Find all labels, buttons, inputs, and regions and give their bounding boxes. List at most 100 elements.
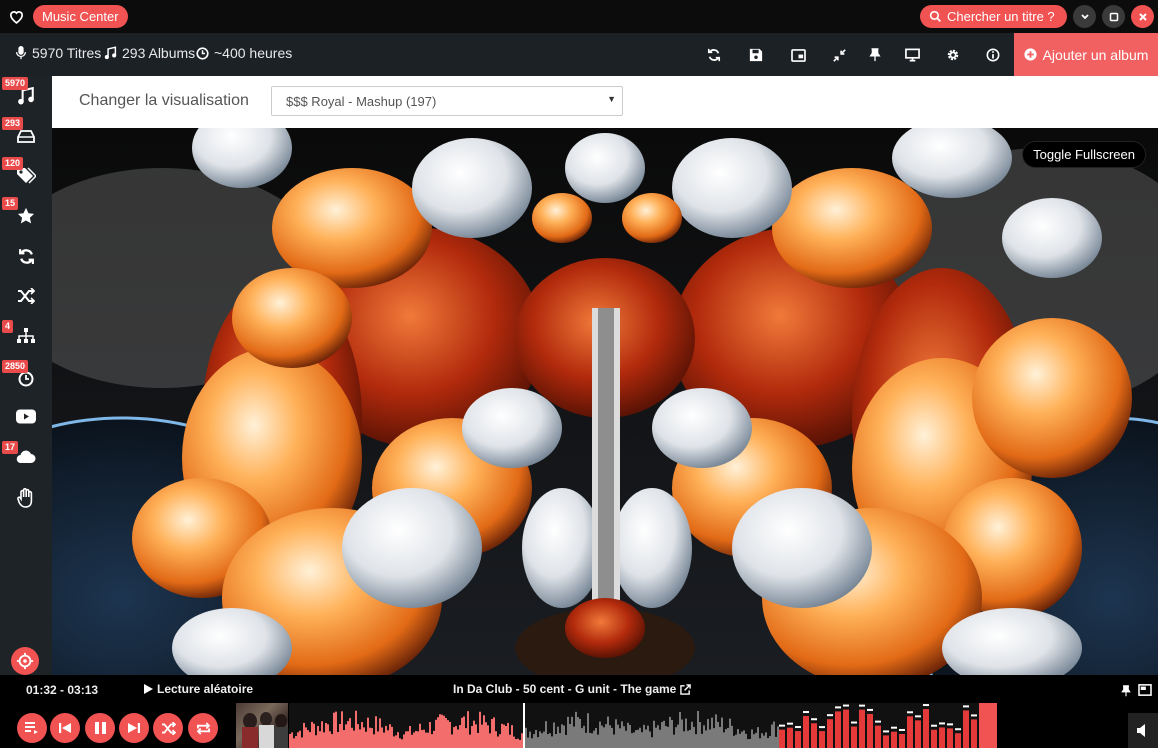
display-button[interactable] <box>900 43 924 67</box>
album-cover-art <box>242 712 288 748</box>
spectrum-peak <box>939 722 945 725</box>
shuffle-button[interactable] <box>153 713 183 743</box>
volume-button[interactable] <box>1128 713 1158 748</box>
spectrum-bar <box>875 725 881 748</box>
waveform-sample <box>505 725 507 748</box>
spectrum-peak <box>859 704 865 707</box>
compress-button[interactable] <box>827 43 851 67</box>
visualization-select[interactable]: $$$ Royal - Mashup (197) ▼ <box>271 86 623 116</box>
waveform-sample <box>341 711 343 748</box>
sidebar-item-youtube[interactable] <box>0 396 52 436</box>
close-button[interactable] <box>1131 5 1154 28</box>
save-button[interactable] <box>744 43 768 67</box>
repeat-button[interactable] <box>188 713 218 743</box>
waveform-sample <box>575 711 577 748</box>
spectrum-bar <box>843 709 849 748</box>
now-playing[interactable]: In Da Club - 50 cent - G unit - The game <box>453 682 692 696</box>
waveform-sample <box>557 726 559 748</box>
heart-icon[interactable] <box>8 8 25 25</box>
spectrum-peak <box>803 711 809 714</box>
sidebar-item-history[interactable]: 2850 <box>0 356 52 396</box>
sidebar-item-hand[interactable] <box>0 478 52 518</box>
pin-button[interactable] <box>863 43 887 67</box>
next-button[interactable] <box>119 713 149 743</box>
waveform-sample <box>757 727 759 748</box>
waveform-sample <box>331 734 333 748</box>
player-bar: 01:32 - 03:13 Lecture aléatoire In Da Cl… <box>0 675 1158 748</box>
mini-window-icon[interactable] <box>1138 684 1152 696</box>
waveform-sample <box>529 731 531 748</box>
visualizer-artwork <box>52 128 1158 675</box>
waveform-sample <box>613 734 615 748</box>
waveform-sample <box>609 725 611 748</box>
waveform-sample <box>577 717 579 748</box>
music-note-icon <box>104 46 117 60</box>
sidebar-item-refresh[interactable] <box>0 236 52 276</box>
hard-drive-icon <box>17 130 35 143</box>
waveform-sample <box>763 735 765 748</box>
waveform-sample <box>307 730 309 748</box>
waveform-sample <box>461 717 463 748</box>
sync-button[interactable] <box>702 43 726 67</box>
waveform-sample <box>301 737 303 748</box>
waveform-sample <box>717 721 719 748</box>
waveform-sample <box>351 727 353 748</box>
sidebar-item-favorites[interactable]: 15 <box>0 196 52 236</box>
waveform-sample <box>423 729 425 748</box>
sidebar-item-shuffle[interactable] <box>0 276 52 316</box>
sidebar-item-albums[interactable]: 293 <box>0 116 52 156</box>
play-mode[interactable]: Lecture aléatoire <box>144 682 253 696</box>
badge-history: 2850 <box>2 360 29 373</box>
toggle-fullscreen-button[interactable]: Toggle Fullscreen <box>1022 141 1146 168</box>
pause-button[interactable] <box>85 713 115 743</box>
mini-player-button[interactable] <box>786 43 810 67</box>
waveform-sample <box>695 734 697 748</box>
search-icon <box>929 10 941 22</box>
gear-icon <box>947 49 959 61</box>
waveform-sample <box>745 733 747 748</box>
info-button[interactable] <box>981 43 1005 67</box>
minimize-button[interactable] <box>1073 5 1096 28</box>
maximize-button[interactable] <box>1102 5 1125 28</box>
badge-albums: 293 <box>2 117 24 130</box>
external-link-icon <box>680 683 692 695</box>
album-cover[interactable] <box>236 703 288 748</box>
spectrum-bar <box>811 723 817 748</box>
add-album-label: Ajouter un album <box>1042 46 1149 63</box>
waveform-sample <box>549 733 551 748</box>
visualization-canvas[interactable]: Toggle Fullscreen <box>52 128 1158 675</box>
waveform-sample <box>587 713 589 748</box>
sidebar-item-music[interactable]: 5970 <box>0 76 52 116</box>
waveform-seekbar[interactable] <box>289 703 997 748</box>
pin-icon[interactable] <box>1121 685 1131 697</box>
settings-button[interactable] <box>941 43 965 67</box>
crosshairs-icon <box>16 652 34 670</box>
waveform-sample <box>673 734 675 748</box>
locate-button[interactable] <box>11 647 39 675</box>
waveform-sample <box>483 715 485 748</box>
add-album-button[interactable]: Ajouter un album <box>1014 33 1158 76</box>
waveform-sample <box>347 721 349 748</box>
waveform-sample <box>491 719 493 748</box>
waveform-sample <box>389 724 391 748</box>
waveform-sample <box>299 730 301 748</box>
spectrum-peak <box>787 722 793 725</box>
waveform-sample <box>683 731 685 748</box>
sidebar-item-sitemap[interactable]: 4 <box>0 316 52 356</box>
playlist-icon <box>25 722 38 734</box>
playlist-button[interactable] <box>17 713 47 743</box>
waveform-sample <box>513 736 515 748</box>
spectrum-peak <box>827 714 833 717</box>
sidebar-item-cloud[interactable]: 17 <box>0 436 52 476</box>
waveform-sample <box>419 723 421 748</box>
search-button[interactable]: Chercher un titre ? <box>920 5 1067 28</box>
app-title[interactable]: Music Center <box>33 5 128 28</box>
youtube-icon <box>16 409 36 423</box>
star-icon <box>17 207 35 224</box>
waveform-sample <box>703 725 705 748</box>
waveform-sample <box>409 726 411 748</box>
waveform-sample <box>667 726 669 748</box>
sidebar-item-tags[interactable]: 120 <box>0 156 52 196</box>
previous-button[interactable] <box>50 713 80 743</box>
waveform-sample <box>571 716 573 748</box>
